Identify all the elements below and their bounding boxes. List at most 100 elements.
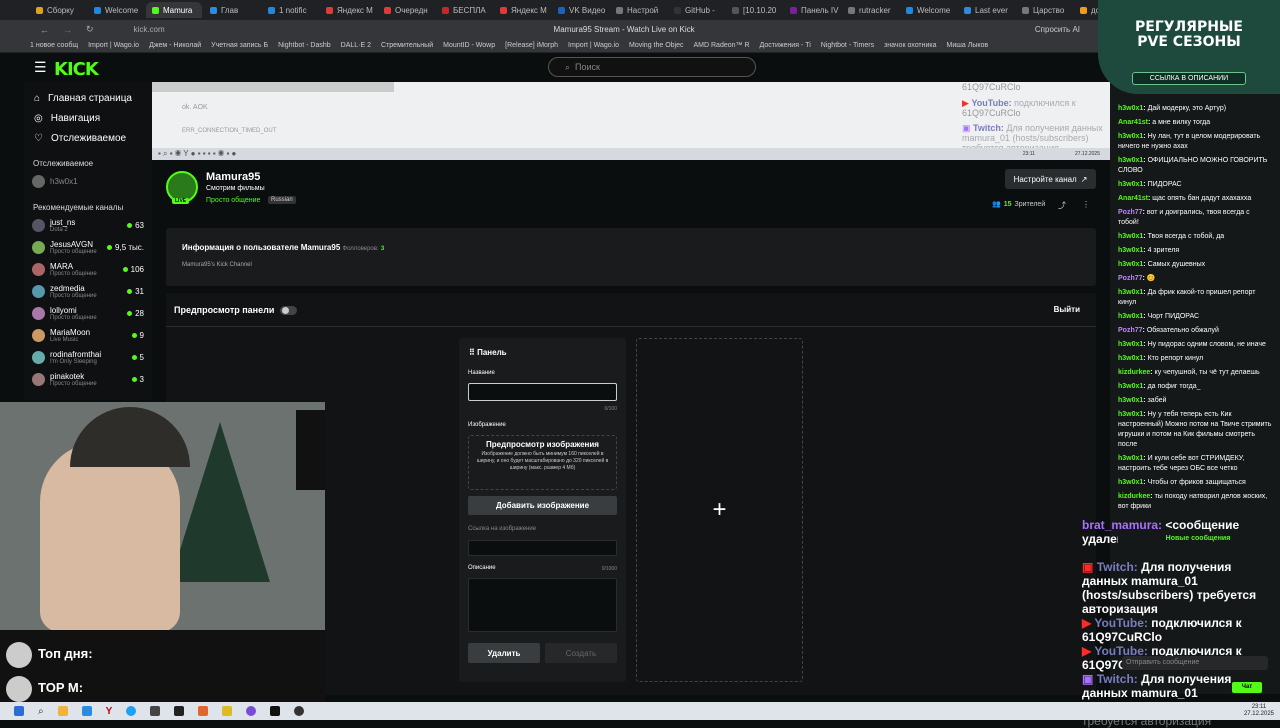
panel-preview-toggle[interactable] (280, 305, 298, 315)
chat-username[interactable]: h3w0x1 (1118, 455, 1143, 462)
bookmark-item[interactable]: DALL·E 2 (341, 42, 371, 49)
ask-ai-button[interactable]: Спросить AI (1035, 25, 1080, 34)
edge-icon[interactable] (81, 706, 92, 716)
recommended-channel[interactable]: just_ns Dota 2 63 (24, 214, 152, 236)
browser-tab[interactable]: Панель IV (784, 2, 840, 18)
chat-username[interactable]: Pozh77 (1118, 275, 1143, 282)
browser-tab[interactable]: GitHub - (668, 2, 724, 18)
obs-icon[interactable] (270, 706, 281, 716)
bookmark-item[interactable]: Import | Wago.io (88, 42, 139, 49)
chat-message[interactable]: Anar41st: а мне вилку тогда (1110, 116, 1280, 130)
add-panel-button[interactable]: + (636, 338, 803, 682)
chat-username[interactable]: h3w0x1 (1118, 411, 1143, 418)
forward-icon[interactable]: → (63, 25, 72, 35)
recommended-channel[interactable]: MARA Просто общение 106 (24, 258, 152, 280)
chat-username[interactable]: h3w0x1 (1118, 133, 1143, 140)
search-input[interactable]: ⌕ Поиск (548, 57, 756, 77)
chat-send-button[interactable]: Чат (1232, 682, 1262, 693)
recommended-channel[interactable]: JesusAVGN Просто общение 9,5 тыс. (24, 236, 152, 258)
chat-message[interactable]: h3w0x1: Кто репорт кинул (1110, 352, 1280, 366)
discord-icon[interactable] (246, 706, 257, 716)
chat-username[interactable]: h3w0x1 (1118, 313, 1143, 320)
recommended-channel[interactable]: rodinafromthai I'm Only Sleeping 5 (24, 346, 152, 368)
browser-tab[interactable]: Настрой (610, 2, 666, 18)
app-icon[interactable] (222, 706, 233, 716)
bookmark-item[interactable]: Nightbot - Timers (821, 42, 874, 49)
app-icon[interactable] (294, 706, 305, 716)
chat-username[interactable]: Pozh77 (1118, 327, 1143, 334)
chat-message[interactable]: h3w0x1: Ну пидорас одним словом, не инач… (1110, 338, 1280, 352)
browser-tab[interactable]: Глав (204, 2, 260, 18)
followed-channel[interactable]: h3w0x1 (24, 170, 152, 192)
recommended-channel[interactable]: lollyomi Просто общение 28 (24, 302, 152, 324)
sidebar-item-browse[interactable]: ◎ Навигация (24, 108, 152, 128)
chat-message[interactable]: h3w0x1: Чорт ПИДОРАС (1110, 310, 1280, 324)
chat-username[interactable]: Anar41st (1118, 119, 1148, 126)
image-preview-box[interactable]: Предпросмотр изображения Изображение дол… (468, 435, 617, 490)
chat-username[interactable]: h3w0x1 (1118, 479, 1143, 486)
delete-button[interactable]: Удалить (468, 643, 540, 663)
bookmark-item[interactable]: значок охотника (884, 42, 936, 49)
sidebar-item-following[interactable]: ♡ Отслеживаемое (24, 128, 152, 148)
chat-username[interactable]: h3w0x1 (1118, 157, 1143, 164)
chat-username[interactable]: h3w0x1 (1118, 105, 1143, 112)
chat-message[interactable]: h3w0x1: Ну у тебя теперь есть Кик настро… (1110, 408, 1280, 452)
new-messages-pill[interactable]: Новые сообщения (1118, 532, 1278, 546)
app-icon[interactable] (174, 706, 185, 716)
setup-channel-button[interactable]: Настройте канал ↗ (1005, 169, 1096, 189)
bookmark-item[interactable]: AMD Radeon™ R (694, 42, 750, 49)
browser-tab[interactable]: Яндекс М (494, 2, 550, 18)
bookmark-item[interactable]: 1 новое сообщ (30, 42, 78, 49)
chat-username[interactable]: h3w0x1 (1118, 289, 1143, 296)
chat-username[interactable]: kizdurkee (1118, 369, 1150, 376)
bookmark-item[interactable]: Стремительный (381, 42, 433, 49)
system-clock[interactable]: 23:11 27.12.2025 (1244, 704, 1274, 718)
menu-icon[interactable]: ☰ (34, 59, 47, 76)
chat-username[interactable]: h3w0x1 (1118, 355, 1143, 362)
description-input[interactable] (468, 578, 617, 632)
browser-tab[interactable]: Welcome (88, 2, 144, 18)
chat-message[interactable]: h3w0x1: Дай модерку, это Артур) (1110, 102, 1280, 116)
browser-tab[interactable]: 1 notific (262, 2, 318, 18)
chat-message[interactable]: h3w0x1: ПИДОРАС (1110, 178, 1280, 192)
recommended-channel[interactable]: zedmedia Просто общение 31 (24, 280, 152, 302)
chat-message[interactable]: kizdurkee: ку чепушной, ты чё тут делаеш… (1110, 366, 1280, 380)
browser-tab[interactable]: Mamura (146, 2, 202, 18)
bookmark-item[interactable]: Джем - Николай (149, 42, 201, 49)
browser-tab[interactable]: [10.10.20 (726, 2, 782, 18)
browser-tab[interactable]: Яндекс М (320, 2, 376, 18)
chrome-icon[interactable] (126, 706, 137, 716)
chat-message[interactable]: h3w0x1: ОФИЦИАЛЬНО МОЖНО ГОВОРИТЬ СЛОВО (1110, 154, 1280, 178)
windows-start-icon[interactable] (14, 706, 24, 716)
bookmark-item[interactable]: [Release] iMorph (505, 42, 558, 49)
chat-username[interactable]: Pozh77 (1118, 209, 1143, 216)
chat-message[interactable]: h3w0x1: Самых душевных (1110, 258, 1280, 272)
kick-logo[interactable]: KICK (54, 59, 99, 80)
chat-username[interactable]: h3w0x1 (1118, 233, 1143, 240)
chat-message[interactable]: Pozh77: вот и доигрались, твоя всегда с … (1110, 206, 1280, 230)
folder-icon[interactable] (57, 706, 68, 716)
browser-tab[interactable]: БЕСПЛА (436, 2, 492, 18)
chat-message[interactable]: h3w0x1: 4 зрителя (1110, 244, 1280, 258)
share-icon[interactable]: ⤴ (1058, 200, 1066, 211)
chat-message[interactable]: Pozh77: 😊 (1110, 272, 1280, 286)
chat-username[interactable]: kizdurkee (1118, 493, 1150, 500)
chat-message[interactable]: kizdurkee: ты походу натворил делов жоск… (1110, 490, 1280, 514)
bookmark-item[interactable]: Moving the Objec (629, 42, 683, 49)
chat-username[interactable]: Anar41st (1118, 195, 1148, 202)
stream-category[interactable]: Просто общение (206, 197, 260, 204)
image-link-input[interactable] (468, 540, 617, 556)
bookmark-item[interactable]: Учетная запись Б (211, 42, 268, 49)
search-icon[interactable]: ⌕ (38, 706, 44, 717)
chat-username[interactable]: h3w0x1 (1118, 181, 1143, 188)
chat-message[interactable]: Anar41st: щас опять бан дадут ахахахха (1110, 192, 1280, 206)
chat-input[interactable]: Отправить сообщение (1122, 656, 1268, 670)
yandex-icon[interactable]: Y (106, 706, 113, 717)
language-tag[interactable]: Russian (268, 196, 296, 204)
chat-message[interactable]: Pozh77: Обязательно обжалуй (1110, 324, 1280, 338)
drag-handle-icon[interactable]: ⠿ (469, 348, 475, 357)
bookmark-item[interactable]: Import | Wago.io (568, 42, 619, 49)
chat-username[interactable]: h3w0x1 (1118, 261, 1143, 268)
add-image-button[interactable]: Добавить изображение (468, 496, 617, 515)
app-icon[interactable] (198, 706, 209, 716)
